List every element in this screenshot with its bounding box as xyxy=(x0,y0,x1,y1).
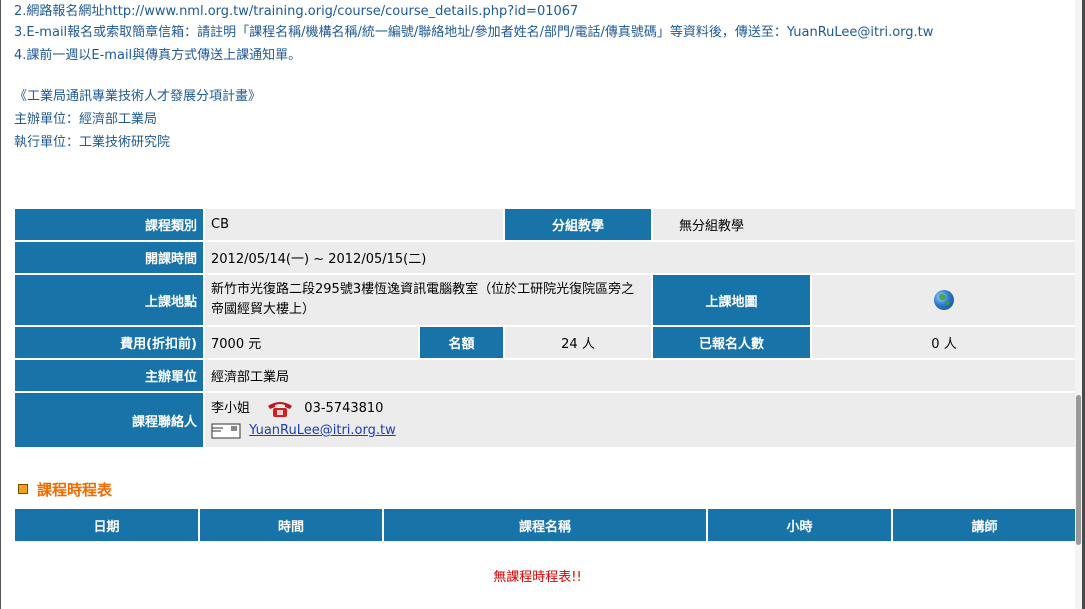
table-row: 課程聯絡人 李小姐 03-5743810 YuanRuLee@itri.org.… xyxy=(15,393,1077,447)
online-registration-line: 2.網路報名網址http://www.nml.org.tw/training.o… xyxy=(14,4,579,19)
quota-value: 24 人 xyxy=(505,327,651,358)
contact-phone: 03-5743810 xyxy=(304,401,384,416)
location-value: 新竹市光復路二段295號3樓恆逸資訊電腦教室（位於工研院光復院區旁之帝國經貿大樓… xyxy=(205,275,651,325)
category-value: CB xyxy=(205,209,503,240)
table-row: 主辦單位 經濟部工業局 xyxy=(15,360,1077,391)
window-left-edge xyxy=(0,0,1,609)
contact-email-link[interactable]: YuanRuLee@itri.org.tw xyxy=(249,423,396,438)
no-schedule-message: 無課程時程表!! xyxy=(493,570,582,585)
quota-label: 名額 xyxy=(420,327,503,358)
registered-value: 0 人 xyxy=(812,327,1077,358)
group-teaching-value: 無分組教學 xyxy=(653,209,1077,240)
contact-label: 課程聯絡人 xyxy=(15,393,203,447)
header-time: 時間 xyxy=(200,509,382,541)
host-label: 主辦單位 xyxy=(15,360,203,391)
scrollbar-thumb[interactable] xyxy=(1076,395,1081,545)
category-label: 課程類別 xyxy=(15,209,203,240)
fee-value: 7000 元 xyxy=(205,327,418,358)
fee-label: 費用(折扣前) xyxy=(15,327,203,358)
header-date: 日期 xyxy=(15,509,198,541)
contact-value: 李小姐 03-5743810 YuanRuLee@itri.org.tw xyxy=(205,393,1077,447)
square-bullet-icon xyxy=(18,484,28,494)
program-name: 《工業局通訊專業技術人才發展分項計畫》 xyxy=(14,89,262,104)
notice-line: 4.課前一週以E-mail與傳真方式傳送上課通知單。 xyxy=(14,48,302,63)
globe-icon[interactable] xyxy=(934,290,954,310)
schedule-title: 課程時程表 xyxy=(37,480,113,499)
host-value: 經濟部工業局 xyxy=(205,360,1077,391)
course-time-label: 開課時間 xyxy=(15,242,203,273)
telephone-icon xyxy=(268,401,293,417)
course-detail-table: 課程類別 CB 分組教學 無分組教學 開課時間 2012/05/14(一) ~ … xyxy=(13,207,1078,449)
schedule-section-heading: 課程時程表 xyxy=(18,478,112,500)
executor-line: 執行單位：工業技術研究院 xyxy=(14,135,171,150)
header-hours: 小時 xyxy=(708,509,891,541)
email-registration-line: 3.E-mail報名或索取簡章信箱：請註明「課程名稱/機構名稱/統一編號/聯絡地… xyxy=(14,25,934,40)
table-row: 開課時間 2012/05/14(一) ~ 2012/05/15(二) xyxy=(15,242,1077,273)
schedule-header-row: 日期 時間 課程名稱 小時 講師 xyxy=(15,509,1076,541)
map-label: 上課地圖 xyxy=(653,275,810,325)
map-cell xyxy=(812,275,1077,325)
header-course-name: 課程名稱 xyxy=(384,509,706,541)
group-teaching-label: 分組教學 xyxy=(505,209,651,240)
table-row: 費用(折扣前) 7000 元 名額 24 人 已報名人數 0 人 xyxy=(15,327,1077,358)
registered-label: 已報名人數 xyxy=(653,327,810,358)
schedule-table: 日期 時間 課程名稱 小時 講師 xyxy=(13,507,1078,543)
course-time-value: 2012/05/14(一) ~ 2012/05/15(二) xyxy=(205,242,1077,273)
location-label: 上課地點 xyxy=(15,275,203,325)
envelope-icon xyxy=(211,423,241,438)
contact-name: 李小姐 xyxy=(211,401,251,416)
header-instructor: 講師 xyxy=(893,509,1076,541)
table-row: 上課地點 新竹市光復路二段295號3樓恆逸資訊電腦教室（位於工研院光復院區旁之帝… xyxy=(15,275,1077,325)
table-row: 課程類別 CB 分組教學 無分組教學 xyxy=(15,209,1077,240)
organizer-line: 主辦單位：經濟部工業局 xyxy=(14,112,158,127)
